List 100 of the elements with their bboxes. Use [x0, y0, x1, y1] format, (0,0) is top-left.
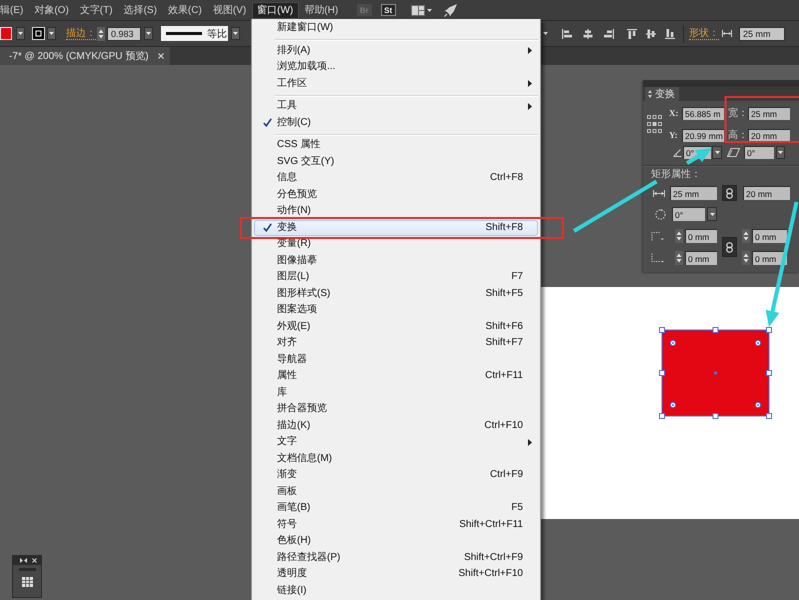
align-top-icon[interactable] — [627, 28, 637, 38]
menu-item[interactable]: 画笔(B) F5 — [254, 500, 538, 516]
dropdown-button[interactable] — [231, 27, 240, 40]
menu-item[interactable]: 工作区 — [254, 76, 538, 92]
menu-item[interactable]: 符号 Shift+Ctrl+F11 — [254, 516, 538, 533]
menu-item[interactable]: 图像描摹 — [254, 252, 538, 269]
link-button[interactable] — [722, 185, 737, 201]
align-left-icon[interactable] — [562, 28, 572, 38]
caret-icon[interactable] — [543, 32, 548, 35]
dropdown-button[interactable] — [707, 207, 717, 221]
shape-label[interactable]: 形状： — [689, 28, 719, 40]
menu-item[interactable]: 描边(K) Ctrl+F10 — [254, 418, 538, 434]
menu-item[interactable]: 文字 — [254, 434, 538, 450]
menu-title[interactable]: 文字(T) — [74, 2, 118, 18]
resize-handle[interactable] — [659, 370, 665, 376]
menu-item[interactable]: 动作(N) — [254, 203, 538, 220]
menu-title[interactable]: 效果(C) — [162, 2, 208, 18]
corner-radius-field[interactable]: 0 mm — [685, 251, 717, 265]
resize-handle[interactable] — [766, 327, 772, 333]
rocket-icon[interactable] — [444, 4, 457, 16]
resize-handle[interactable] — [659, 413, 665, 419]
menu-item[interactable]: SVG 交互(Y) — [254, 154, 538, 170]
align-bottom-icon[interactable] — [665, 28, 675, 38]
height-field[interactable]: 20 mm — [748, 128, 790, 142]
menu-title[interactable]: 选择(S) — [118, 2, 162, 18]
link-button[interactable] — [722, 237, 737, 257]
menu-item[interactable]: 对齐 Shift+F7 — [254, 335, 538, 352]
dropdown-button[interactable] — [776, 146, 785, 159]
menu-item[interactable]: 渐变 Ctrl+F9 — [254, 467, 538, 484]
menu-item[interactable]: 透明度 Shift+Ctrl+F10 — [254, 566, 538, 582]
close-icon[interactable] — [32, 558, 37, 563]
corner-widget-icon[interactable] — [670, 402, 676, 408]
stroke-profile-dropdown[interactable]: 等比 — [161, 26, 228, 41]
dropdown-button[interactable] — [712, 146, 722, 159]
corner-radius-field[interactable]: 0 mm — [685, 229, 717, 243]
y-field[interactable]: 20.99 mm — [682, 128, 724, 142]
menu-item[interactable]: 外观(E) Shift+F6 — [254, 318, 538, 335]
menu-item[interactable]: 排列(A) — [254, 42, 538, 59]
app-button[interactable]: St — [380, 4, 396, 16]
rectangle-width-field[interactable]: 25 mm — [670, 186, 717, 200]
align-vertical-center-icon[interactable] — [646, 28, 656, 38]
dropdown-button[interactable] — [47, 27, 56, 40]
stepper-arrows-icon[interactable] — [742, 229, 750, 243]
stroke-label[interactable]: 描边： — [66, 28, 96, 40]
resize-handle[interactable] — [659, 327, 665, 333]
resize-handle[interactable] — [766, 413, 772, 419]
layout-icon[interactable] — [410, 4, 425, 16]
menu-item[interactable]: CSS 属性 — [254, 137, 538, 154]
menu-item[interactable]: 文档信息(M) — [254, 450, 538, 467]
dropdown-button[interactable] — [144, 27, 153, 40]
menu-item[interactable]: 属性 Ctrl+F11 — [254, 368, 538, 384]
inward-arrows-icon[interactable] — [20, 558, 27, 563]
menu-item[interactable]: 浏览加载项... — [254, 59, 538, 76]
menu-title[interactable]: 视图(V) — [207, 2, 252, 18]
x-field[interactable]: 56.885 m — [682, 106, 724, 120]
menu-item[interactable]: 信息 Ctrl+F8 — [254, 170, 538, 186]
document-tab[interactable]: -7* @ 200% (CMYK/GPU 预览) — [0, 47, 170, 65]
rectangle-angle-field[interactable]: 0° — [672, 207, 705, 221]
rectangle-height-field[interactable]: 20 mm — [743, 186, 790, 200]
caret-icon[interactable] — [426, 8, 432, 12]
stepper-arrows-icon[interactable] — [675, 251, 683, 265]
menu-item[interactable]: 变换 Shift+F8 — [254, 220, 538, 236]
menu-item[interactable]: 色板(H) — [254, 533, 538, 550]
stepper-arrows-icon[interactable] — [97, 26, 105, 40]
menu-item[interactable]: 链接(I) — [254, 582, 538, 599]
menu-title[interactable]: 帮助(H) — [298, 2, 344, 18]
resize-handle[interactable] — [712, 327, 718, 333]
menu-item[interactable]: 图层(L) F7 — [254, 269, 538, 286]
stroke-weight-field[interactable]: 0.983 — [107, 26, 141, 40]
corner-widget-icon[interactable] — [670, 340, 676, 346]
fill-swatch[interactable] — [0, 27, 12, 40]
artboards-grid-icon[interactable] — [22, 577, 32, 587]
menu-item[interactable]: 工具 — [254, 98, 538, 114]
shape-width-field[interactable]: 25 mm — [739, 26, 785, 40]
resize-handle[interactable] — [766, 370, 772, 376]
menu-item[interactable]: 图案选项 — [254, 302, 538, 318]
resize-handle[interactable] — [712, 413, 718, 419]
reference-point-icon[interactable] — [647, 115, 662, 133]
dropdown-button[interactable] — [16, 27, 25, 40]
width-field[interactable]: 25 mm — [748, 106, 790, 120]
menu-title[interactable]: 窗口(W) — [252, 2, 299, 18]
align-horizontal-center-icon[interactable] — [583, 28, 593, 38]
menu-item[interactable]: 库 — [254, 384, 538, 401]
menu-item[interactable]: 导航器 — [254, 352, 538, 368]
corner-widget-icon[interactable] — [754, 340, 762, 346]
close-icon[interactable] — [158, 53, 164, 59]
stepper-arrows-icon[interactable] — [675, 229, 683, 243]
menu-item[interactable]: 拼合器预览 — [254, 401, 538, 418]
stroke-swatch[interactable] — [32, 27, 45, 40]
align-right-icon[interactable] — [604, 28, 614, 38]
shear-angle-field[interactable]: 0° — [744, 146, 774, 159]
corner-widget-icon[interactable] — [754, 402, 762, 408]
menu-item[interactable]: 分色预览 — [254, 186, 538, 203]
menu-item[interactable]: 画板 — [254, 484, 538, 500]
corner-radius-field[interactable]: 0 mm — [752, 229, 787, 243]
menu-title[interactable]: 对象(O) — [28, 2, 74, 18]
menu-title[interactable]: 辑(E) — [0, 2, 29, 18]
menu-item[interactable]: 新建窗口(W) — [254, 20, 538, 36]
menu-item[interactable]: 图形样式(S) Shift+F5 — [254, 286, 538, 302]
menu-item[interactable]: 路径查找器(P) Shift+Ctrl+F9 — [254, 550, 538, 566]
